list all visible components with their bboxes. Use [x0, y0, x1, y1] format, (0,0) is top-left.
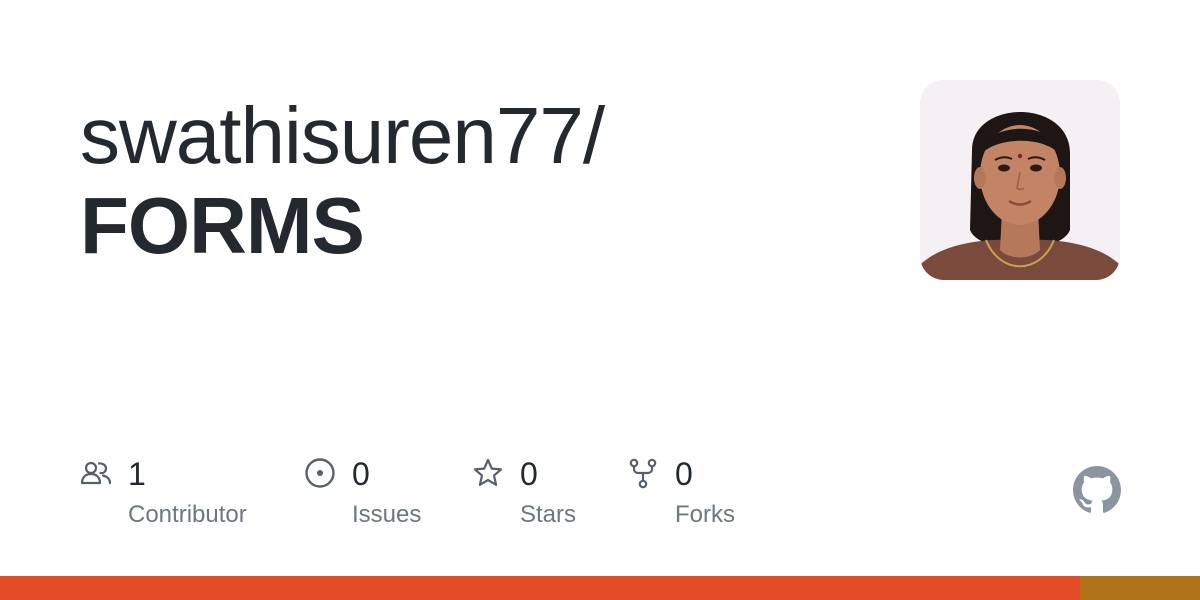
- language-segment: [1080, 576, 1200, 600]
- forks-count: 0: [675, 456, 693, 492]
- language-bar: [0, 576, 1200, 600]
- contributors-label: Contributor: [128, 501, 247, 528]
- contributors-count: 1: [128, 456, 146, 492]
- people-icon: [80, 461, 112, 485]
- issues-label: Issues: [352, 501, 422, 528]
- stars-label: Stars: [520, 501, 577, 528]
- repo-forked-icon: [629, 458, 657, 489]
- repo-owner[interactable]: swathisuren77/: [80, 92, 880, 180]
- avatar-photo: [920, 80, 1120, 280]
- star-icon: [473, 458, 503, 486]
- repo-social-card: swathisuren77/ FORMS 1 Contributor 0 Iss…: [0, 0, 1200, 600]
- issues-count: 0: [352, 456, 370, 492]
- repo-stats: 1 Contributor 0 Issues 0 Stars 0 Forks: [0, 455, 1200, 545]
- stars-count: 0: [520, 456, 538, 492]
- owner-avatar[interactable]: [920, 80, 1120, 280]
- issue-opened-icon: [305, 458, 335, 488]
- github-mark-icon[interactable]: [1073, 466, 1121, 514]
- repo-title: swathisuren77/ FORMS: [80, 92, 880, 272]
- forks-label: Forks: [675, 501, 735, 528]
- repo-name[interactable]: FORMS: [80, 180, 880, 272]
- language-segment: [0, 576, 1080, 600]
